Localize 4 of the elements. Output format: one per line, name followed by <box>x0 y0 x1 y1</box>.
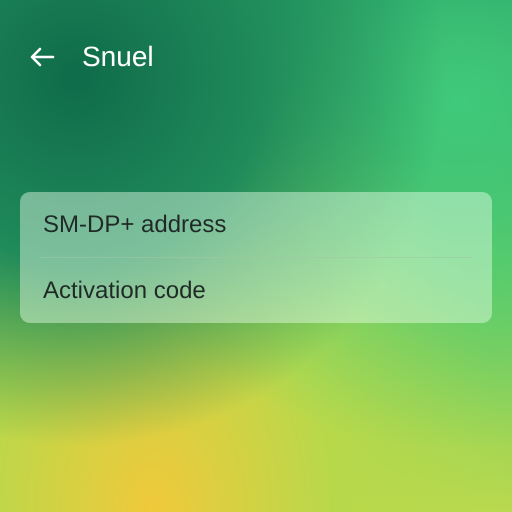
back-arrow-icon <box>29 46 55 68</box>
field-item[interactable]: SM-DP+ address <box>40 192 472 257</box>
page-title: Snuel <box>82 40 154 74</box>
field-item[interactable]: Activation code <box>40 258 472 323</box>
